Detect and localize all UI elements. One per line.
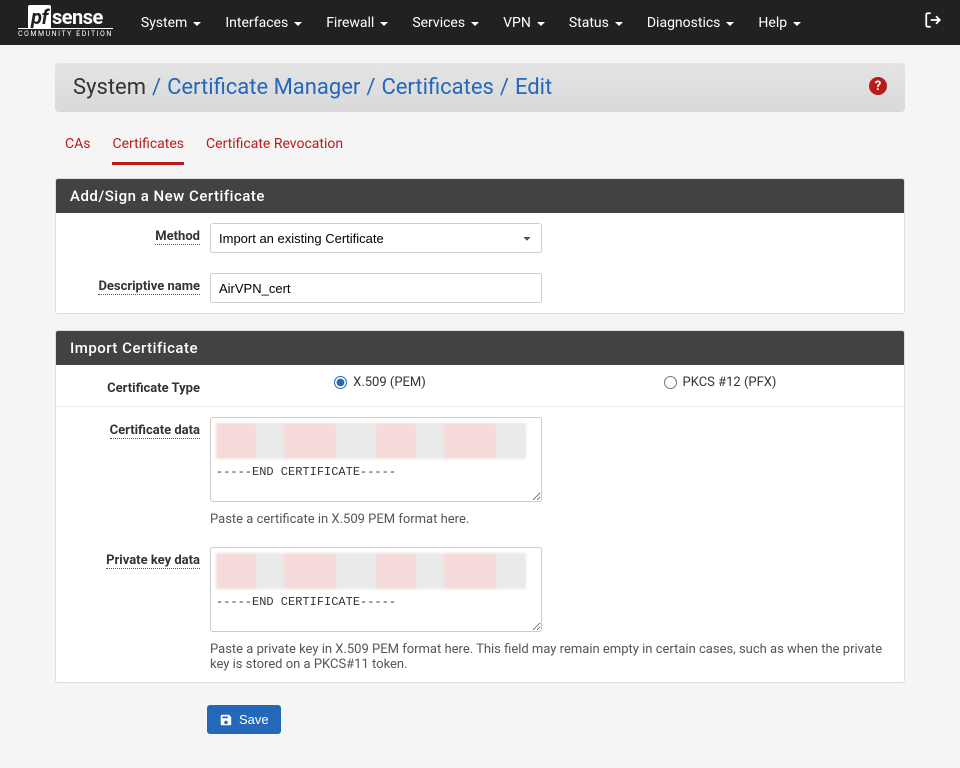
panel-title: Add/Sign a New Certificate <box>56 179 904 213</box>
descriptive-name-input[interactable] <box>210 273 542 303</box>
top-navbar: pfsense COMMUNITY EDITION System Interfa… <box>0 0 960 45</box>
method-select[interactable]: Import an existing Certificate <box>210 223 542 253</box>
certificate-data-textarea[interactable] <box>210 417 542 502</box>
tab-certificates[interactable]: Certificates <box>112 136 184 165</box>
nav-firewall[interactable]: Firewall <box>316 7 398 39</box>
nav-interfaces[interactable]: Interfaces <box>215 7 312 39</box>
label-cert-type: Certificate Type <box>70 375 200 396</box>
nav-menu: System Interfaces Firewall Services VPN … <box>131 7 924 39</box>
save-button-label: Save <box>239 712 269 727</box>
key-data-help: Paste a private key in X.509 PEM format … <box>210 642 890 672</box>
label-cert-data: Certificate data <box>70 417 200 438</box>
crumb-edit[interactable]: Edit <box>515 75 552 100</box>
caret-down-icon <box>193 22 201 26</box>
save-button[interactable]: Save <box>207 705 281 734</box>
tab-cas[interactable]: CAs <box>65 136 90 165</box>
nav-services[interactable]: Services <box>402 7 489 39</box>
caret-down-icon <box>615 22 623 26</box>
cert-data-help: Paste a certificate in X.509 PEM format … <box>210 512 890 527</box>
crumb-system[interactable]: System <box>73 75 146 100</box>
nav-help[interactable]: Help <box>748 7 811 39</box>
panel-add-cert: Add/Sign a New Certificate Method Import… <box>55 178 905 314</box>
breadcrumb: System / Certificate Manager / Certifica… <box>55 63 905 112</box>
save-icon <box>219 713 233 727</box>
caret-down-icon <box>294 22 302 26</box>
tab-revocation[interactable]: Certificate Revocation <box>206 136 343 165</box>
nav-vpn[interactable]: VPN <box>493 7 555 39</box>
caret-down-icon <box>537 22 545 26</box>
tab-bar: CAs Certificates Certificate Revocation <box>65 136 905 166</box>
nav-system[interactable]: System <box>131 7 211 39</box>
crumb-certs[interactable]: Certificates <box>381 75 493 100</box>
panel-import-cert: Import Certificate Certificate Type X.50… <box>55 330 905 683</box>
help-icon[interactable]: ? <box>869 77 887 95</box>
logout-icon[interactable] <box>924 11 942 34</box>
radio-x509[interactable] <box>334 376 347 389</box>
brand-logo: pfsense COMMUNITY EDITION <box>18 8 113 38</box>
crumb-certmgr[interactable]: Certificate Manager <box>167 75 360 100</box>
nav-diagnostics[interactable]: Diagnostics <box>637 7 745 39</box>
label-key-data: Private key data <box>70 547 200 568</box>
label-name: Descriptive name <box>70 273 200 294</box>
radio-pfx[interactable] <box>664 376 677 389</box>
caret-down-icon <box>471 22 479 26</box>
panel-title: Import Certificate <box>56 331 904 365</box>
private-key-textarea[interactable] <box>210 547 542 632</box>
caret-down-icon <box>793 22 801 26</box>
caret-down-icon <box>380 22 388 26</box>
label-method: Method <box>70 223 200 244</box>
radio-x509-label: X.509 (PEM) <box>353 375 426 390</box>
caret-down-icon <box>726 22 734 26</box>
radio-pfx-label: PKCS #12 (PFX) <box>683 375 777 390</box>
nav-status[interactable]: Status <box>559 7 633 39</box>
